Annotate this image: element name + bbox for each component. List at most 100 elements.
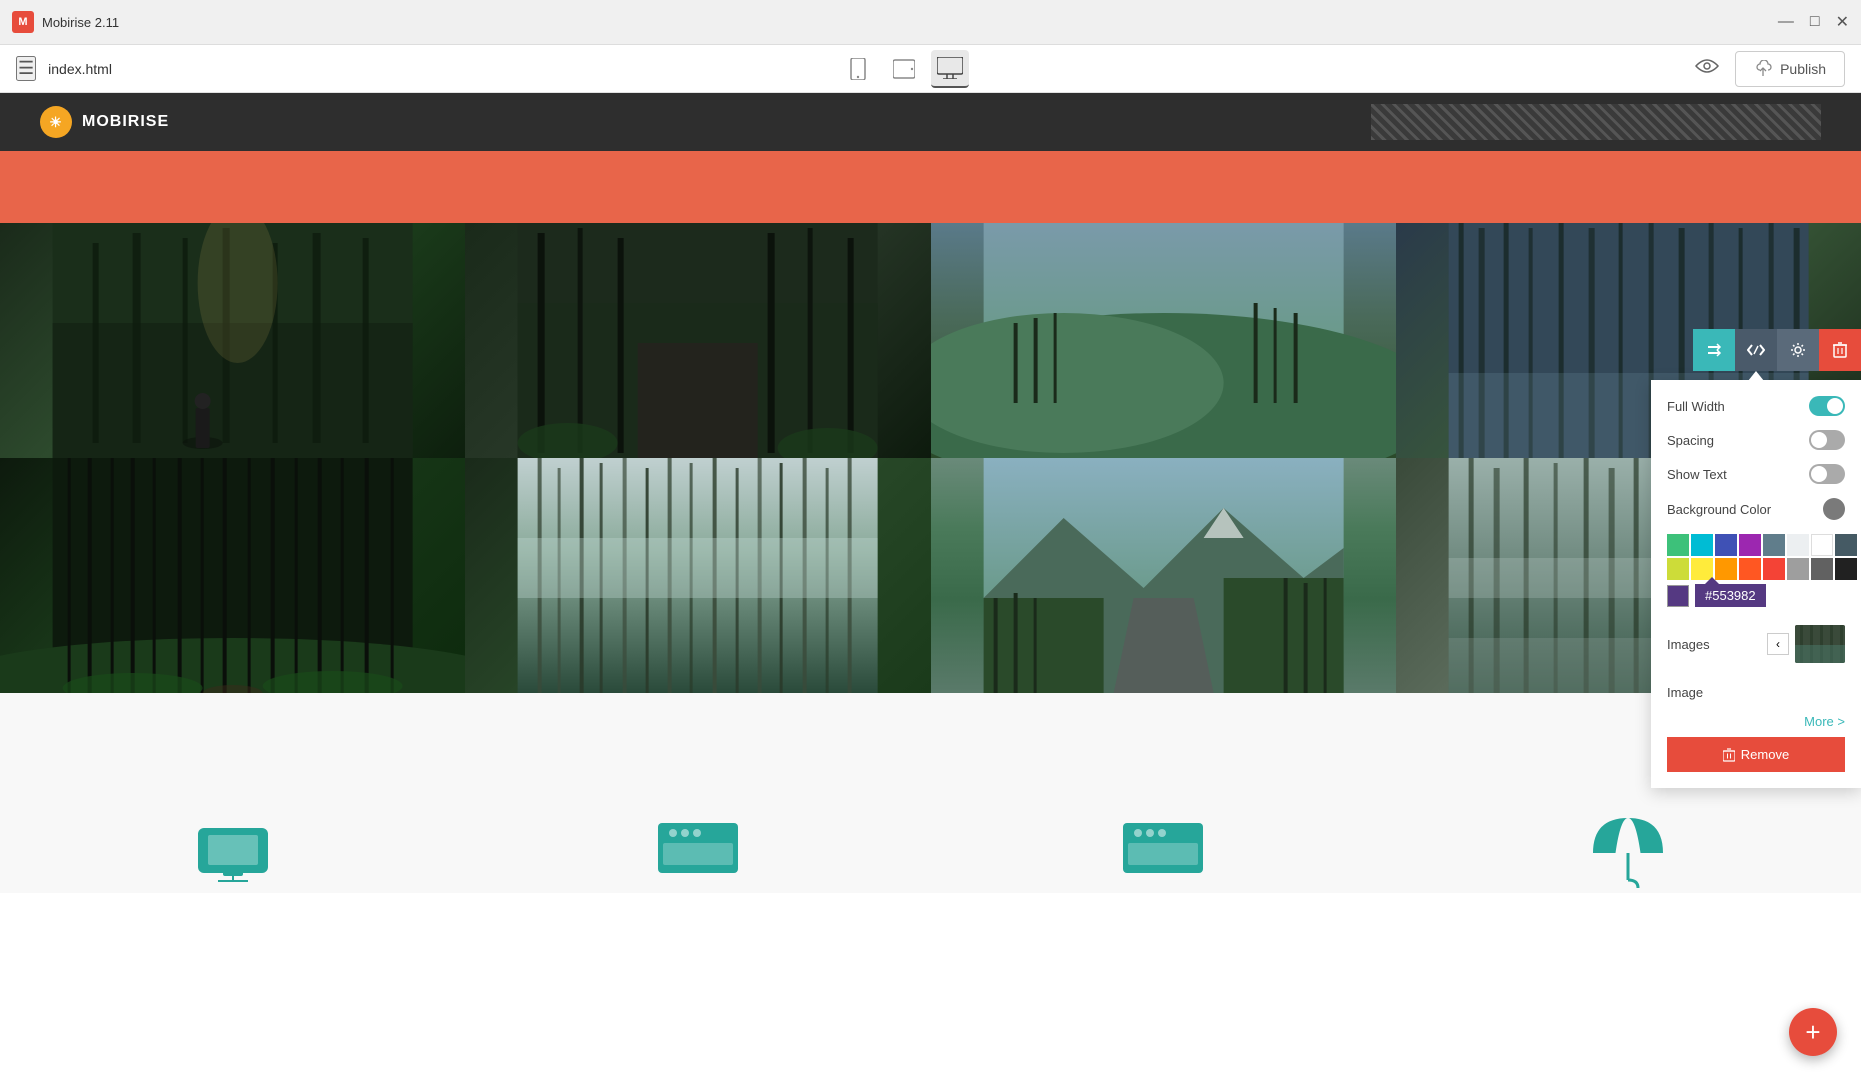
- full-width-toggle[interactable]: [1809, 396, 1845, 416]
- settings-button[interactable]: [1777, 329, 1819, 371]
- nav-hatched-area: [1371, 104, 1821, 140]
- full-width-setting: Full Width: [1667, 396, 1845, 416]
- forest5-svg: [0, 458, 465, 693]
- cloud-upload-icon: [1754, 60, 1772, 78]
- preview-navbar: ☀ MOBIRISE: [0, 93, 1861, 151]
- forest3-svg: [931, 223, 1396, 458]
- color-swatch-gray[interactable]: [1787, 558, 1809, 580]
- gallery-control-panel: Full Width Spacing Show Text: [1651, 329, 1861, 788]
- toggle-knob-3: [1811, 466, 1827, 482]
- show-text-label: Show Text: [1667, 467, 1727, 482]
- images-row: ‹: [1767, 625, 1845, 663]
- gallery-cell-3: [931, 223, 1396, 458]
- forest6-svg: [465, 458, 930, 693]
- image-label-row: Image: [1667, 685, 1845, 700]
- hamburger-menu-button[interactable]: ☰: [16, 56, 36, 81]
- image-label: Image: [1667, 685, 1703, 700]
- color-swatch-indigo[interactable]: [1715, 534, 1737, 556]
- road-svg: [931, 458, 1396, 693]
- remove-trash-icon: [1723, 748, 1735, 762]
- toggle-knob: [1827, 398, 1843, 414]
- device-switcher: [839, 50, 969, 88]
- color-swatch-nearblack[interactable]: [1835, 558, 1857, 580]
- app-title: Mobirise 2.11: [42, 15, 119, 30]
- spacing-setting: Spacing: [1667, 430, 1845, 450]
- settings-panel: Full Width Spacing Show Text: [1651, 380, 1861, 788]
- nav-logo: ☀ MOBIRISE: [40, 106, 169, 138]
- reorder-button[interactable]: [1693, 329, 1735, 371]
- tablet-icon: [893, 58, 915, 80]
- image-thumb: [1795, 625, 1845, 663]
- code-button[interactable]: [1735, 329, 1777, 371]
- prev-image-button[interactable]: ‹: [1767, 633, 1789, 655]
- color-swatch-purple[interactable]: [1739, 534, 1761, 556]
- color-swatch-green[interactable]: [1667, 534, 1689, 556]
- show-text-toggle[interactable]: [1809, 464, 1845, 484]
- gallery-cell-7: [931, 458, 1396, 693]
- background-color-setting: Background Color: [1667, 498, 1845, 520]
- gallery-grid: [0, 223, 1861, 693]
- color-swatch-lime[interactable]: [1667, 558, 1689, 580]
- close-button[interactable]: ✕: [1836, 12, 1849, 32]
- settings-icon: [1790, 342, 1806, 358]
- nav-brand: MOBIRISE: [82, 113, 169, 131]
- below-gallery-section: [0, 693, 1861, 893]
- color-swatch-darkgray[interactable]: [1835, 534, 1857, 556]
- device-icon-1: [193, 813, 273, 883]
- mobile-view-button[interactable]: [839, 50, 877, 88]
- orange-banner: [0, 151, 1861, 223]
- images-label: Images: [1667, 637, 1710, 652]
- eye-icon: [1695, 57, 1719, 75]
- more-link[interactable]: More >: [1667, 714, 1845, 729]
- toolbar-left: ☰ index.html: [16, 56, 112, 81]
- fab-icon: +: [1805, 1017, 1820, 1048]
- control-toolbar: [1651, 329, 1861, 371]
- desktop-view-button[interactable]: [931, 50, 969, 88]
- color-swatch-cyan[interactable]: [1691, 534, 1713, 556]
- code-icon: [1747, 343, 1765, 357]
- color-swatch-light[interactable]: [1787, 534, 1809, 556]
- hex-caret: [1705, 577, 1719, 584]
- preview-button[interactable]: [1695, 57, 1719, 81]
- full-width-label: Full Width: [1667, 399, 1725, 414]
- color-picker: #553982: [1667, 534, 1845, 607]
- logo-sun-icon: ☀: [40, 106, 72, 138]
- color-swatch-darkgray2[interactable]: [1811, 558, 1833, 580]
- maximize-button[interactable]: □: [1810, 12, 1820, 32]
- color-swatch-deeporange[interactable]: [1739, 558, 1761, 580]
- gallery-cell-2: [465, 223, 930, 458]
- background-color-swatch[interactable]: [1823, 498, 1845, 520]
- background-color-label: Background Color: [1667, 502, 1771, 517]
- titlebar-left: M Mobirise 2.11: [12, 11, 119, 33]
- hex-input-row: #553982: [1667, 584, 1845, 607]
- color-swatch-bluegray[interactable]: [1763, 534, 1785, 556]
- tablet-view-button[interactable]: [885, 50, 923, 88]
- desktop-icon: [937, 57, 963, 79]
- publish-button[interactable]: Publish: [1735, 51, 1845, 87]
- umbrella-icon: [1583, 808, 1673, 888]
- window-controls: — □ ✕: [1778, 12, 1849, 32]
- delete-block-button[interactable]: [1819, 329, 1861, 371]
- remove-button[interactable]: Remove: [1667, 737, 1845, 772]
- caret-up-icon: [1748, 371, 1764, 381]
- selected-color-preview: [1667, 585, 1689, 607]
- main-toolbar: ☰ index.html: [0, 45, 1861, 93]
- publish-label: Publish: [1780, 61, 1826, 77]
- bottom-icon-2: [638, 803, 758, 893]
- device-icon-3: [1118, 813, 1208, 883]
- gallery-cell-5: [0, 458, 465, 693]
- add-block-fab[interactable]: +: [1789, 1008, 1837, 1056]
- minimize-button[interactable]: —: [1778, 12, 1794, 32]
- toggle-knob-2: [1811, 432, 1827, 448]
- hex-display: #553982: [1695, 584, 1766, 607]
- color-swatch-red[interactable]: [1763, 558, 1785, 580]
- bottom-icon-4: [1568, 803, 1688, 893]
- spacing-label: Spacing: [1667, 433, 1714, 448]
- spacing-toggle[interactable]: [1809, 430, 1845, 450]
- reorder-icon: [1706, 342, 1722, 358]
- images-setting: Images ‹: [1667, 617, 1845, 671]
- toolbar-right: Publish: [1695, 51, 1845, 87]
- color-swatch-white[interactable]: [1811, 534, 1833, 556]
- titlebar: M Mobirise 2.11 — □ ✕: [0, 0, 1861, 45]
- gallery-cell-1: [0, 223, 465, 458]
